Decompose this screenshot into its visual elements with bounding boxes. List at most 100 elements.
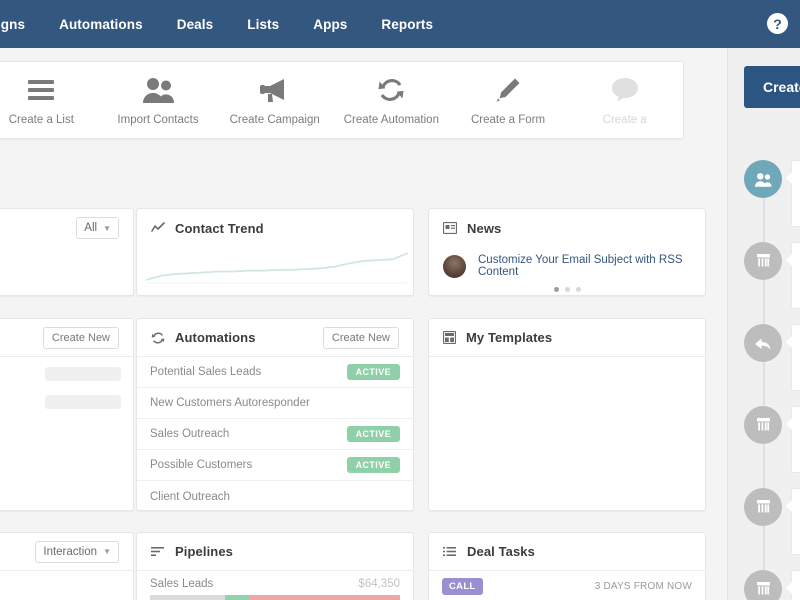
top-navigation-bar: paignsAutomationsDealsListsAppsReports ?	[0, 0, 800, 48]
left-card-2-header: Create New	[0, 319, 133, 357]
automation-row[interactable]: New Customers Autoresponder	[137, 388, 413, 419]
list-icon	[744, 488, 782, 526]
refresh-cycle-icon	[151, 331, 165, 345]
news-title: News	[467, 220, 502, 236]
contact-trend-header: Contact Trend	[137, 209, 413, 247]
news-headline-link[interactable]: Customize Your Email Subject with RSS Co…	[478, 254, 691, 278]
all-filter-select[interactable]: All ▼	[76, 217, 119, 239]
contact-row[interactable]: com	[0, 571, 133, 600]
timeline-card[interactable]: 7 Re2 m	[786, 324, 800, 391]
quick-action-create-a[interactable]: Create a	[566, 75, 683, 126]
news-card: News Customize Your Email Subject with R…	[428, 208, 706, 296]
my-templates-card: My Templates	[428, 318, 706, 511]
contact-trend-card: Contact Trend	[136, 208, 414, 296]
reply-icon	[744, 324, 782, 362]
nav-automations[interactable]: Automations	[42, 17, 160, 32]
task-type-badge: CALL	[442, 577, 483, 595]
chevron-down-icon: ▼	[103, 223, 111, 233]
chevron-down-icon: ▼	[103, 547, 111, 556]
nav-apps[interactable]: Apps	[296, 17, 364, 32]
nav-campaigns[interactable]: paigns	[0, 17, 42, 32]
automation-row[interactable]: Sales Outreach ACTIVE	[137, 419, 413, 450]
nav-links: paignsAutomationsDealsListsAppsReports	[0, 17, 450, 32]
deal-tasks-list: CALL3 DAYS FROM NOWLUNCH7 DAYS FROM NOWE…	[429, 571, 705, 600]
timeline-item[interactable]: 4 U3 m	[744, 406, 800, 473]
nav-lists[interactable]: Lists	[230, 17, 296, 32]
refresh-cycle-icon	[377, 75, 405, 105]
all-filter-label: All	[84, 222, 98, 234]
task-row[interactable]: CALL 3 DAYS FROM NOW	[429, 571, 705, 600]
left-card-3-rows: comomm	[0, 571, 133, 600]
status-badge: ACTIVE	[346, 364, 400, 380]
pipeline-segment-green	[225, 595, 250, 600]
automation-row[interactable]: Potential Sales Leads ACTIVE	[137, 357, 413, 388]
news-carousel-dots[interactable]	[429, 287, 705, 292]
timeline-card[interactable]: 6 Ua m	[786, 242, 800, 309]
pipeline-segment-red	[250, 595, 400, 600]
checklist-icon	[443, 546, 457, 557]
carousel-dot[interactable]	[575, 287, 581, 292]
contact-trend-chart	[146, 252, 408, 284]
timeline-card[interactable]: 7 U4 m	[786, 570, 800, 600]
timeline-item[interactable]: 6 Ua m	[744, 242, 800, 309]
timeline-item[interactable]: 7 Re2 m	[744, 324, 800, 391]
timeline-item[interactable]: 6 Su3 da	[744, 160, 800, 227]
interaction-filter-select[interactable]: Interaction ▼	[35, 540, 119, 563]
deal-tasks-card: Deal Tasks CALL3 DAYS FROM NOWLUNCH7 DAY…	[428, 532, 706, 600]
nav-reports[interactable]: Reports	[364, 17, 450, 32]
automations-list: Potential Sales Leads ACTIVE New Customers…	[137, 357, 413, 512]
people-icon	[141, 75, 175, 105]
news-item[interactable]: Customize Your Email Subject with RSS Co…	[429, 247, 705, 278]
quick-action-label: Create Automation	[343, 113, 439, 126]
contact-trend-title: Contact Trend	[175, 220, 264, 236]
bars-descending-icon	[151, 546, 165, 557]
deal-tasks-header: Deal Tasks	[429, 533, 705, 571]
quick-action-create-campaign[interactable]: Create Campaign	[216, 75, 333, 126]
quick-action-label: Create a Form	[470, 113, 546, 126]
quick-action-label: Create Campaign	[229, 113, 320, 126]
template-grid-icon	[443, 331, 456, 344]
timeline-card[interactable]: 4 U3 m	[786, 406, 800, 473]
pipeline-row[interactable]: Sales Leads $64,350	[137, 571, 413, 600]
my-templates-header: My Templates	[429, 319, 705, 357]
automations-header: Automations Create New	[137, 319, 413, 357]
quick-action-create-a-form[interactable]: Create a Form	[450, 75, 567, 126]
left-card-3-header: Interaction ▼	[0, 533, 133, 571]
create-new-automation-button[interactable]: Create New	[322, 326, 399, 349]
pipelines-header: Pipelines	[137, 533, 413, 571]
timeline-item[interactable]: 7 U4 m	[744, 570, 800, 600]
main-content-area: Create a List Import Contacts Create Campa…	[0, 48, 727, 600]
nav-deals[interactable]: Deals	[160, 17, 231, 32]
automation-row[interactable]: Client Outreach	[137, 481, 413, 512]
pipelines-title: Pipelines	[175, 544, 233, 559]
help-icon[interactable]: ?	[767, 13, 788, 34]
contacts-icon	[744, 160, 782, 198]
quick-actions-bar: Create a List Import Contacts Create Campa…	[0, 61, 684, 139]
interaction-filter-label: Interaction	[43, 545, 98, 558]
automation-name: Potential Sales Leads	[150, 366, 262, 378]
timeline-item[interactable]: 5 U3 m	[744, 488, 800, 555]
automation-name: Possible Customers	[150, 459, 253, 471]
automation-row[interactable]: Possible Customers ACTIVE	[137, 450, 413, 481]
quick-action-label: Create a	[602, 113, 647, 126]
speech-bubble-icon	[610, 75, 640, 105]
carousel-dot[interactable]	[553, 287, 559, 292]
left-panel-card-interaction: Interaction ▼ comomm	[0, 532, 134, 600]
timeline-card[interactable]: 5 U3 m	[786, 488, 800, 555]
automation-name: Sales Outreach	[150, 428, 230, 440]
create-button[interactable]: Create	[744, 66, 800, 108]
avatar	[443, 254, 466, 278]
news-card-icon	[443, 222, 457, 234]
quick-action-import-contacts[interactable]: Import Contacts	[100, 75, 217, 126]
quick-action-create-automation[interactable]: Create Automation	[333, 75, 450, 126]
create-new-button-left[interactable]: Create New	[42, 326, 119, 349]
carousel-dot[interactable]	[564, 287, 570, 292]
pipeline-amount: $64,350	[358, 578, 400, 590]
list-lines-icon	[26, 75, 56, 105]
quick-action-create-a-list[interactable]: Create a List	[0, 75, 100, 126]
status-badge: ACTIVE	[346, 457, 400, 473]
left-panel-card-deals: Create New wy Create one v here	[0, 318, 134, 511]
pipelines-card: Pipelines Sales Leads$64,350Vendors$7,50…	[136, 532, 414, 600]
timeline-card[interactable]: 6 Su3 da	[786, 160, 800, 227]
deal-tasks-title: Deal Tasks	[467, 544, 535, 559]
